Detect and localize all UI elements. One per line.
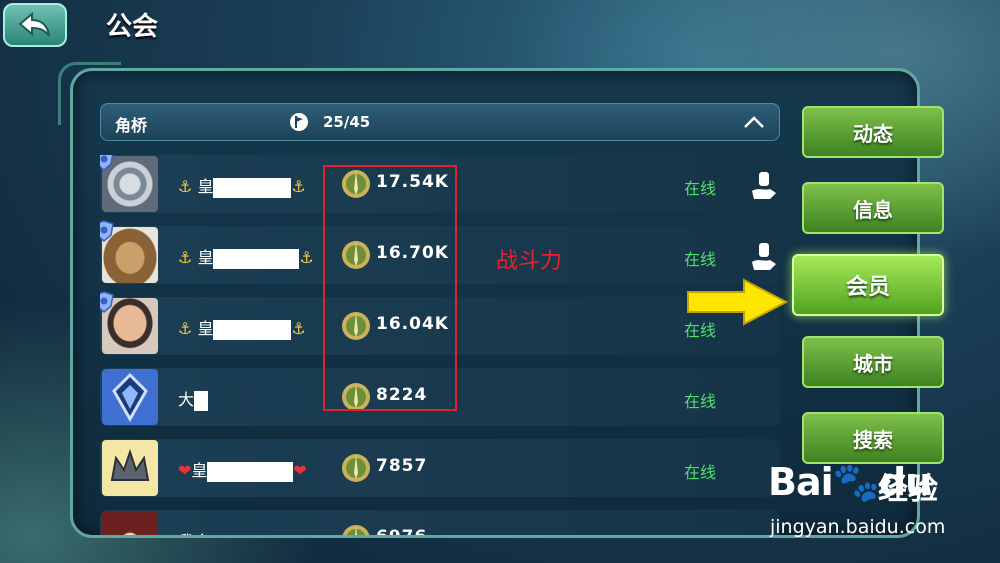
redacted-name bbox=[194, 390, 209, 411]
anchor-icon: ⚓ bbox=[178, 177, 193, 196]
jingyan-label: 经验 bbox=[878, 472, 938, 507]
member-name: ⚓ 皇 ⚓ bbox=[178, 248, 314, 269]
baidu-watermark: Bai🐾du 经验 jingyan.baidu.com bbox=[768, 460, 1000, 563]
redacted-name bbox=[207, 461, 294, 482]
online-status: 在线 bbox=[684, 392, 717, 411]
avatar[interactable] bbox=[102, 511, 158, 535]
online-status: 在线 bbox=[684, 179, 717, 198]
guild-header-bar[interactable]: 角桥 25/45 bbox=[100, 103, 780, 141]
crown-icon bbox=[110, 448, 150, 481]
back-arrow-icon bbox=[18, 12, 50, 37]
online-status: 在线 bbox=[684, 463, 717, 482]
avatar[interactable] bbox=[102, 369, 158, 425]
member-name: ❤皇 ❤ bbox=[178, 461, 307, 482]
rank-shield-icon bbox=[100, 155, 114, 171]
redacted-name bbox=[213, 319, 292, 340]
anchor-icon: ⚓ bbox=[291, 177, 306, 196]
leader-hand-icon bbox=[752, 243, 776, 270]
member-name: 大 bbox=[178, 386, 209, 411]
watermark-url: jingyan.baidu.com bbox=[770, 516, 946, 538]
member-name: ⚓ 皇 ⚓ bbox=[178, 319, 306, 340]
combat-power: 7857 bbox=[376, 456, 428, 476]
member-row[interactable]: ❤皇 ❤ 7857 在线 bbox=[100, 439, 780, 497]
avatar[interactable] bbox=[102, 440, 158, 496]
anchor-icon: ⚓ bbox=[178, 319, 193, 338]
anchor-icon: ⚓ bbox=[291, 319, 306, 338]
page-title: 公会 bbox=[106, 12, 159, 42]
heart-icon: ❤ bbox=[178, 461, 192, 480]
anchor-icon: ⚓ bbox=[299, 248, 314, 267]
rank-shield-icon bbox=[100, 291, 114, 313]
combat-power: 6976 bbox=[376, 527, 427, 535]
power-sword-icon bbox=[342, 525, 370, 535]
combat-power-highlight bbox=[323, 165, 457, 411]
anchor-icon: ⚓ bbox=[178, 248, 193, 267]
yellow-arrow-icon bbox=[687, 278, 789, 326]
combat-power-annotation: 战斗力 bbox=[496, 249, 563, 274]
heart-icon: ❤ bbox=[293, 461, 307, 480]
online-status: 在线 bbox=[684, 250, 717, 269]
member-name: 我会 bbox=[178, 528, 210, 535]
power-sword-icon bbox=[342, 454, 370, 482]
redacted-name bbox=[213, 177, 292, 198]
member-count: 25/45 bbox=[323, 113, 371, 131]
tab-info[interactable]: 信息 bbox=[802, 182, 944, 234]
back-button[interactable] bbox=[3, 3, 67, 47]
leader-hand-icon bbox=[752, 172, 776, 199]
flag-icon bbox=[290, 113, 308, 131]
tab-city[interactable]: 城市 bbox=[802, 336, 944, 388]
tab-search[interactable]: 搜索 bbox=[802, 412, 944, 464]
crest-icon bbox=[112, 372, 148, 423]
rank-shield-icon bbox=[100, 220, 114, 242]
redacted-name bbox=[213, 248, 300, 269]
tab-dynamics[interactable]: 动态 bbox=[802, 106, 944, 158]
guild-name: 角桥 bbox=[115, 116, 148, 135]
chevron-up-icon[interactable] bbox=[743, 113, 765, 131]
member-name: ⚓ 皇 ⚓ bbox=[178, 177, 306, 198]
member-row[interactable]: 我会 6976 在线 bbox=[100, 510, 780, 535]
tab-members[interactable]: 会员 bbox=[792, 254, 944, 316]
online-status: 在线 bbox=[684, 530, 716, 535]
